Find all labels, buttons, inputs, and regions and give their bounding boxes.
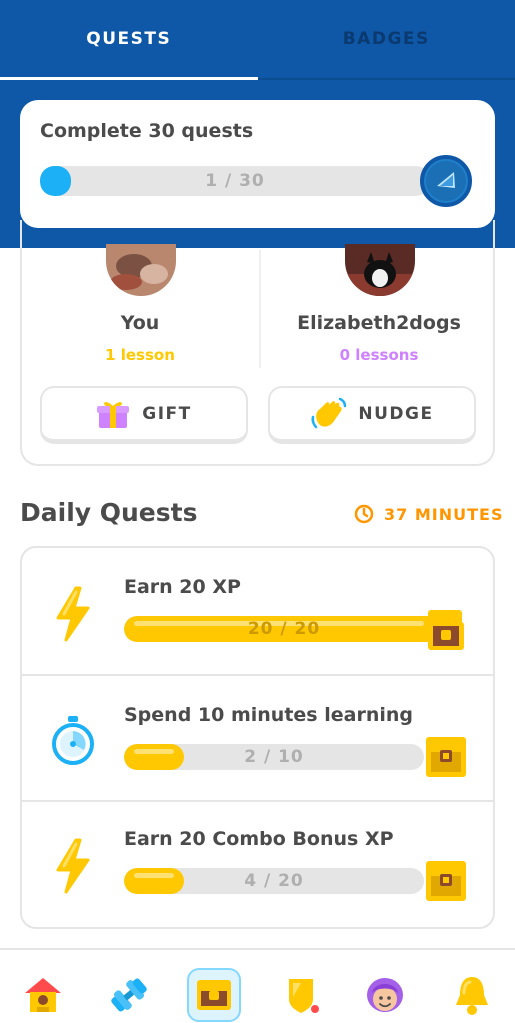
quest-label: Earn 20 Combo Bonus XP [124, 828, 394, 850]
nav-quests[interactable] [187, 968, 241, 1022]
friend-quest-friend: Elizabeth2dogs 0 lessons [261, 220, 497, 370]
nav-notifications[interactable] [445, 968, 499, 1022]
clock-icon [354, 504, 374, 524]
you-lesson-count: 1 lesson [105, 346, 175, 364]
open-chest-icon[interactable] [425, 608, 467, 650]
daily-quests-title: Daily Quests [20, 498, 198, 527]
league-shield-icon [289, 979, 319, 1013]
quest-row[interactable]: Spend 10 minutes learning 2 / 10 [22, 674, 493, 800]
nudge-button[interactable]: NUDGE [268, 386, 476, 444]
friend-quest-you: You 1 lesson [22, 220, 258, 370]
gift-button[interactable]: GIFT [40, 386, 248, 444]
nav-home[interactable] [16, 968, 70, 1022]
monthly-challenge-title: Complete 30 quests [40, 120, 254, 142]
nav-practice[interactable] [102, 968, 156, 1022]
monthly-progress-text: 1 / 30 [205, 171, 265, 191]
you-name: You [120, 312, 160, 334]
chest-icon[interactable] [425, 860, 467, 902]
quest-label: Earn 20 XP [124, 576, 241, 598]
daily-quests-timer: 37 MINUTES [354, 504, 503, 524]
gift-button-label: GIFT [142, 403, 192, 424]
quest-progress-text: 4 / 20 [244, 871, 304, 891]
monthly-badge-icon [420, 155, 472, 207]
quest-label: Spend 10 minutes learning [124, 704, 413, 726]
friend-quest-card: You 1 lesson Elizabeth2dogs 0 lessons GI… [20, 220, 495, 466]
nav-profile[interactable] [358, 968, 412, 1022]
quest-progress-bar: 4 / 20 [124, 868, 424, 894]
nav-leagues[interactable] [274, 968, 328, 1022]
nudge-button-label: NUDGE [358, 403, 434, 424]
quest-progress-text: 20 / 20 [247, 619, 321, 639]
lightning-icon [50, 838, 96, 894]
quests-chest-icon [197, 980, 231, 1010]
gift-icon [97, 401, 130, 428]
quest-progress-bar: 2 / 10 [124, 744, 424, 770]
daily-quests-card: Earn 20 XP 20 / 20 Spend 10 minutes lear… [20, 546, 495, 929]
home-icon [25, 978, 61, 1012]
quest-row[interactable]: Earn 20 Combo Bonus XP 4 / 20 [22, 800, 493, 926]
avatar[interactable] [345, 244, 415, 296]
profile-icon [367, 978, 403, 1012]
tab-badges[interactable]: BADGES [257, 0, 515, 80]
quest-progress-bar: 20 / 20 [124, 616, 444, 642]
friend-name: Elizabeth2dogs [297, 312, 461, 334]
avatar[interactable] [106, 244, 176, 296]
tab-quests[interactable]: QUESTS [0, 0, 258, 80]
stopwatch-icon [50, 712, 96, 768]
monthly-progress-bar: 1 / 30 [40, 166, 430, 196]
tab-bar: QUESTS BADGES [0, 0, 515, 80]
practice-icon [111, 978, 147, 1012]
quest-row[interactable]: Earn 20 XP 20 / 20 [22, 548, 493, 674]
notifications-bell-icon [456, 977, 488, 1015]
chest-icon[interactable] [425, 736, 467, 778]
waving-hand-icon [311, 397, 347, 428]
header: QUESTS BADGES Complete 30 quests 1 / 30 [0, 0, 515, 248]
lightning-icon [50, 586, 96, 642]
timer-text: 37 MINUTES [384, 504, 504, 524]
friend-lesson-count: 0 lessons [339, 346, 419, 364]
bottom-nav [0, 948, 515, 1023]
quest-progress-text: 2 / 10 [244, 747, 304, 767]
